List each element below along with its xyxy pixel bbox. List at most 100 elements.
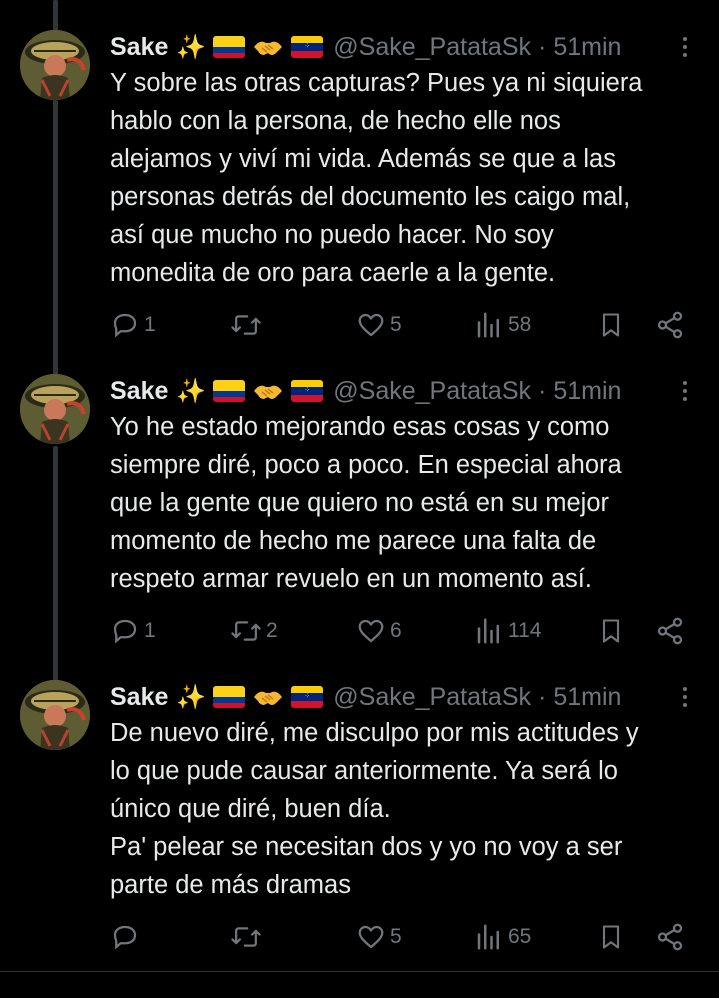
tweet-line: alejamos y viví mi vida. Además se que a… xyxy=(110,145,616,173)
tweet-text: Y sobre las otras capturas? Pues ya ni s… xyxy=(110,64,710,292)
tweet-line: monedita de oro para caerle a la gente. xyxy=(110,259,556,287)
avatar[interactable] xyxy=(20,680,90,750)
analytics-icon xyxy=(477,618,499,644)
action-bar: 1 5 58 xyxy=(110,310,690,340)
display-name[interactable]: Sake xyxy=(110,683,168,712)
bookmark-button[interactable] xyxy=(597,616,625,646)
bookmark-button[interactable] xyxy=(597,922,625,952)
like-button[interactable]: 5 xyxy=(356,922,402,952)
retweet-count: 2 xyxy=(266,619,278,642)
reply-icon xyxy=(113,925,137,950)
name-emoji: ✨ ⁘ xyxy=(176,33,324,61)
divider xyxy=(0,971,719,972)
sparkles-icon: ✨ xyxy=(176,33,207,61)
user-handle[interactable]: @Sake_PatataSk xyxy=(333,377,531,406)
tweet-line: respeto armar revuelo en un momento así. xyxy=(110,565,592,593)
tweet[interactable]: Sake ✨ ⁘ @Sake_PatataSk · 51min Yo he es… xyxy=(0,374,719,674)
timestamp[interactable]: 51min xyxy=(553,683,621,712)
reply-button[interactable]: 1 xyxy=(110,616,156,646)
retweet-button[interactable] xyxy=(230,922,266,952)
reply-count: 1 xyxy=(144,313,156,336)
reply-icon xyxy=(113,313,137,338)
tweet-line: Pa' pelear se necesitan dos y yo no voy … xyxy=(110,833,623,861)
views-count: 58 xyxy=(508,313,532,336)
tweet-line: Y sobre las otras capturas? Pues ya ni s… xyxy=(110,69,643,97)
like-count: 6 xyxy=(390,619,402,642)
name-emoji: ✨ ⁘ xyxy=(176,685,324,709)
tweet-line: parte de más dramas xyxy=(110,871,351,899)
thread-line xyxy=(53,0,58,32)
retweet-icon xyxy=(231,927,261,947)
tweet-line: lo que pude causar anteriormente. Ya ser… xyxy=(110,757,618,785)
tweet-line: que la gente que quiero no está en su me… xyxy=(110,489,610,517)
like-button[interactable]: 5 xyxy=(356,310,402,340)
venezuela-flag-icon: ⁘ xyxy=(291,686,324,708)
like-button[interactable]: 6 xyxy=(356,616,402,646)
more-options-icon[interactable] xyxy=(673,32,697,62)
share-icon xyxy=(657,923,683,951)
reply-icon xyxy=(113,619,137,644)
tweet-line: así que mucho no puedo hacer. No soy xyxy=(110,221,554,249)
like-count: 5 xyxy=(390,313,402,336)
action-bar: 1 2 6 114 xyxy=(110,616,690,646)
share-icon xyxy=(657,311,683,339)
tweet[interactable]: Sake ✨ ⁘ @Sake_PatataSk · 51min De nuevo… xyxy=(0,680,719,970)
views-button[interactable]: 114 xyxy=(474,616,541,646)
reply-button[interactable]: 1 xyxy=(110,310,156,340)
retweet-button[interactable]: 2 xyxy=(230,616,278,646)
name-emoji: ✨ ⁘ xyxy=(176,377,324,405)
share-icon xyxy=(657,617,683,645)
heart-icon xyxy=(358,619,384,643)
views-button[interactable]: 65 xyxy=(474,922,531,952)
tweet-line: personas detrás del documento les caigo … xyxy=(110,183,631,211)
views-count: 114 xyxy=(508,619,542,642)
handshake-icon xyxy=(252,35,284,59)
separator-dot: · xyxy=(538,682,547,711)
retweet-button[interactable] xyxy=(230,310,266,340)
tweet[interactable]: Sake ✨ ⁘ @Sake_PatataSk · 51min Y sobre … xyxy=(0,30,719,350)
user-handle[interactable]: @Sake_PatataSk xyxy=(333,683,531,712)
tweet-line: momento de hecho me parece una falta de xyxy=(110,527,597,555)
action-bar: 5 65 xyxy=(110,922,690,952)
tweet-header: Sake ✨ ⁘ @Sake_PatataSk · 51min xyxy=(110,680,621,714)
timestamp[interactable]: 51min xyxy=(553,377,621,406)
separator-dot: · xyxy=(538,376,547,405)
display-name[interactable]: Sake xyxy=(110,33,168,62)
heart-icon xyxy=(358,313,384,337)
retweet-icon xyxy=(231,621,261,641)
venezuela-flag-icon: ⁘ xyxy=(291,380,324,402)
tweet-header: Sake ✨ ⁘ @Sake_PatataSk · 51min xyxy=(110,30,621,64)
reply-count: 1 xyxy=(144,619,156,642)
analytics-icon xyxy=(477,924,499,950)
bookmark-button[interactable] xyxy=(597,310,625,340)
avatar[interactable] xyxy=(20,30,90,100)
share-button[interactable] xyxy=(655,922,685,952)
heart-icon xyxy=(358,925,384,949)
views-button[interactable]: 58 xyxy=(474,310,531,340)
display-name[interactable]: Sake xyxy=(110,377,168,406)
colombia-flag-icon xyxy=(213,36,246,58)
share-button[interactable] xyxy=(655,310,685,340)
sparkles-icon: ✨ xyxy=(176,377,207,405)
more-options-icon[interactable] xyxy=(673,682,697,712)
tweet-header: Sake ✨ ⁘ @Sake_PatataSk · 51min xyxy=(110,374,621,408)
tweet-line: único que diré, buen día. xyxy=(110,795,391,823)
user-handle[interactable]: @Sake_PatataSk xyxy=(333,33,531,62)
bookmark-icon xyxy=(602,313,620,337)
avatar[interactable] xyxy=(20,374,90,444)
analytics-icon xyxy=(477,312,499,338)
handshake-icon xyxy=(252,379,284,403)
venezuela-flag-icon: ⁘ xyxy=(291,36,324,58)
tweet-line: Yo he estado mejorando esas cosas y como xyxy=(110,413,610,441)
reply-button[interactable] xyxy=(110,922,144,952)
more-options-icon[interactable] xyxy=(673,376,697,406)
bookmark-icon xyxy=(602,619,620,643)
tweet-line: hablo con la persona, de hecho elle nos xyxy=(110,107,561,135)
tweet-line: siempre diré, poco a poco. En especial a… xyxy=(110,451,622,479)
colombia-flag-icon xyxy=(213,380,246,402)
share-button[interactable] xyxy=(655,616,685,646)
tweet-text: Yo he estado mejorando esas cosas y como… xyxy=(110,408,710,598)
handshake-icon xyxy=(252,685,284,709)
separator-dot: · xyxy=(538,32,547,61)
timestamp[interactable]: 51min xyxy=(553,33,621,62)
